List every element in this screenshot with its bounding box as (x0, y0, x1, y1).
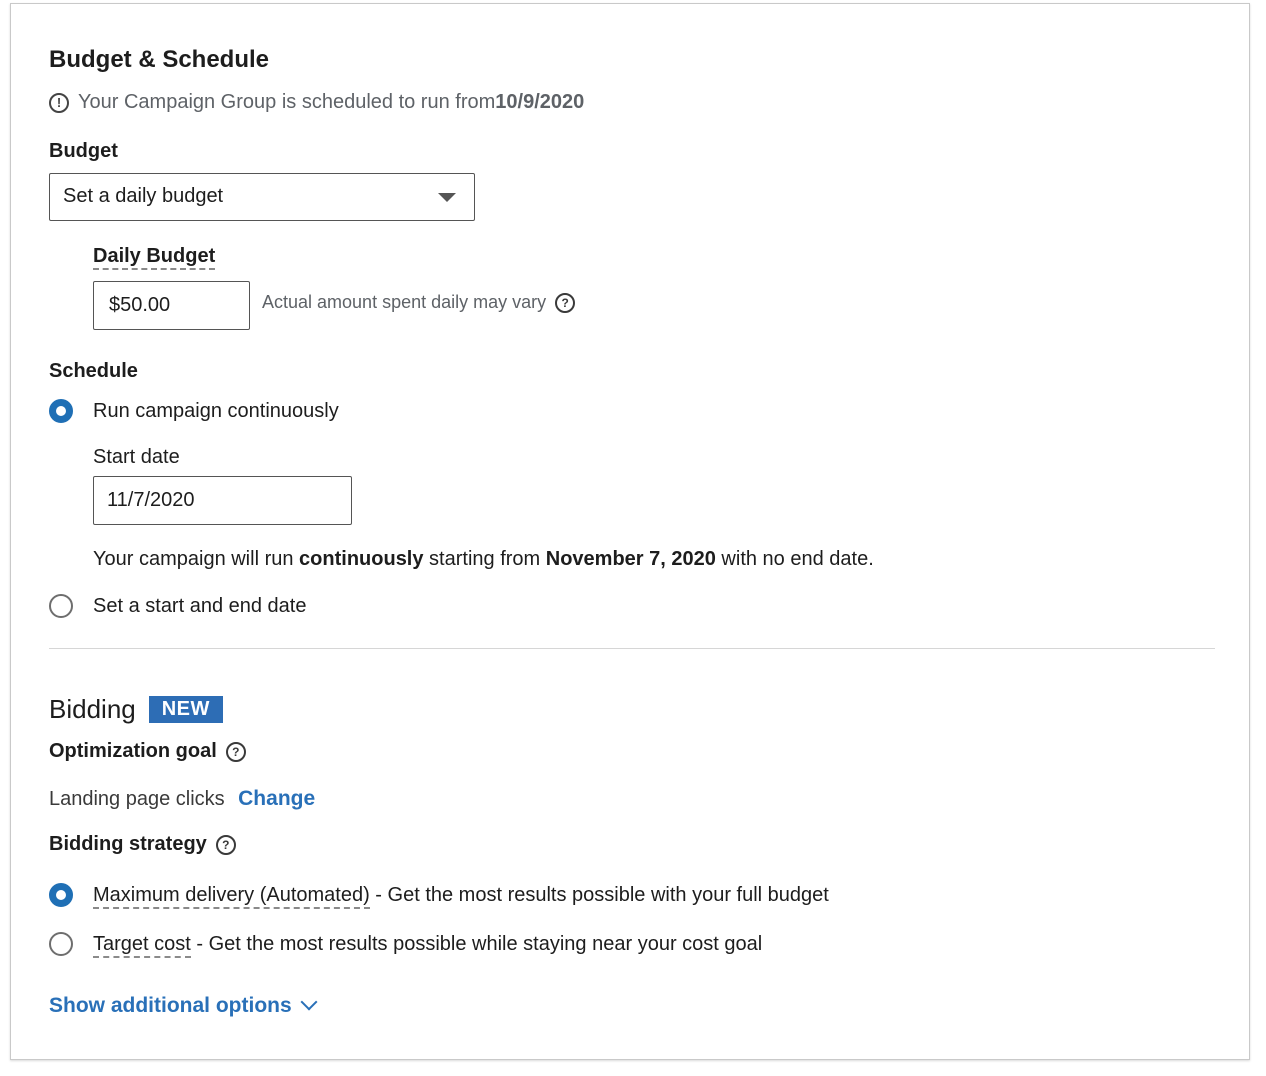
daily-budget-hint-text: Actual amount spent daily may vary (262, 292, 547, 312)
summary-text-2: starting from (423, 548, 546, 570)
budget-select-value: Set a daily budget (63, 185, 224, 207)
summary-bold-2: November 7, 2020 (545, 548, 716, 570)
summary-text-3: with no end date. (715, 548, 874, 570)
radio-continuous[interactable] (49, 399, 73, 423)
question-circle-icon[interactable]: ? (215, 834, 236, 855)
new-badge: NEW (148, 696, 223, 723)
option-run-continuously[interactable]: Run campaign continuously (49, 399, 339, 423)
info-icon: ! (49, 92, 69, 113)
section-divider (49, 648, 1215, 649)
radio-target-cost[interactable] (49, 932, 73, 956)
caret-down-icon (438, 193, 456, 202)
chevron-down-icon (300, 993, 318, 1011)
strategy-target-cost[interactable]: Target cost - Get the most results possi… (49, 932, 763, 958)
budget-schedule-card: Budget & Schedule ! Your Campaign Group … (10, 3, 1250, 1060)
show-additional-options-label: Show additional options (49, 994, 292, 1017)
notice-date: 10/9/2020 (495, 91, 585, 113)
radio-maximum-delivery[interactable] (49, 883, 73, 907)
option-continuous-label: Run campaign continuously (93, 399, 339, 422)
daily-budget-label: Daily Budget (93, 245, 216, 270)
bidding-strategy-label: Bidding strategy (49, 833, 207, 855)
bidding-title: Bidding (49, 694, 136, 724)
daily-budget-hint: Actual amount spent daily may vary ? (262, 292, 576, 313)
option-start-end-label: Set a start and end date (93, 594, 307, 617)
optimization-goal-row: Landing page clicks Change (49, 787, 315, 811)
strategy-label: Maximum delivery (Automated) - Get the m… (93, 883, 829, 909)
summary-text-1: Your campaign will run (93, 548, 300, 570)
option-start-end-date[interactable]: Set a start and end date (49, 594, 307, 618)
section-title: Budget & Schedule (49, 46, 270, 73)
daily-budget-label-text: Daily Budget (93, 245, 216, 270)
question-circle-icon[interactable]: ? (555, 292, 576, 313)
optimization-goal-heading: Optimization goal ? (49, 740, 246, 763)
schedule-notice: ! Your Campaign Group is scheduled to ru… (49, 91, 584, 114)
strategy-desc: - Get the most results possible with you… (369, 883, 829, 906)
budget-type-select[interactable]: Set a daily budget (49, 173, 475, 221)
schedule-summary: Your campaign will run continuously star… (93, 548, 874, 571)
strategy-name: Target cost (93, 932, 191, 958)
optimization-goal-label: Optimization goal (49, 740, 217, 762)
start-date-label: Start date (93, 446, 180, 468)
strategy-label: Target cost - Get the most results possi… (93, 932, 763, 958)
change-goal-link[interactable]: Change (238, 787, 315, 810)
radio-start-end[interactable] (49, 594, 73, 618)
summary-bold-1: continuously (299, 548, 424, 570)
optimization-goal-value: Landing page clicks (49, 788, 225, 810)
strategy-desc: - Get the most results possible while st… (190, 932, 763, 955)
strategy-name: Maximum delivery (Automated) (93, 883, 370, 909)
budget-label: Budget (49, 140, 118, 162)
daily-budget-input[interactable] (93, 281, 250, 330)
schedule-label: Schedule (49, 360, 138, 382)
strategy-maximum-delivery[interactable]: Maximum delivery (Automated) - Get the m… (49, 883, 829, 909)
question-circle-icon[interactable]: ? (225, 741, 246, 762)
bidding-strategy-heading: Bidding strategy ? (49, 833, 236, 856)
show-additional-options[interactable]: Show additional options (49, 993, 318, 1018)
bidding-header: Bidding NEW (49, 694, 223, 725)
notice-text: Your Campaign Group is scheduled to run … (78, 91, 496, 113)
start-date-input[interactable] (93, 476, 352, 525)
